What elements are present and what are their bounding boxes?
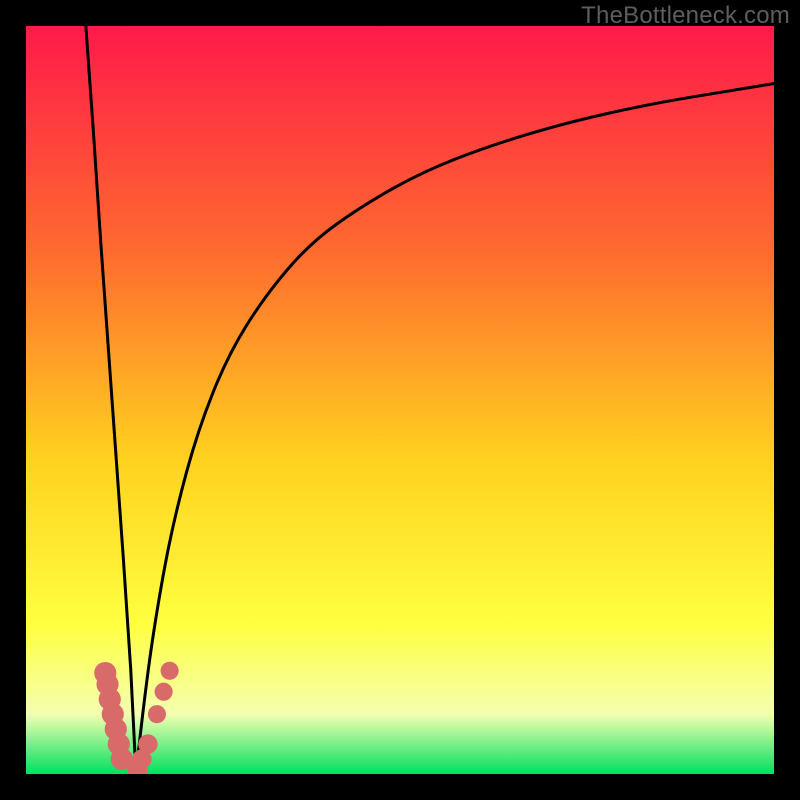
data-marker xyxy=(94,662,116,684)
gradient-background xyxy=(26,26,774,774)
watermark-label: TheBottleneck.com xyxy=(581,2,790,30)
data-marker xyxy=(155,683,173,701)
chart-frame: TheBottleneck.com xyxy=(0,0,800,800)
data-marker xyxy=(138,734,157,753)
chart-svg xyxy=(26,26,774,774)
data-marker xyxy=(148,705,166,723)
data-marker xyxy=(161,662,179,680)
plot-area xyxy=(26,26,774,774)
